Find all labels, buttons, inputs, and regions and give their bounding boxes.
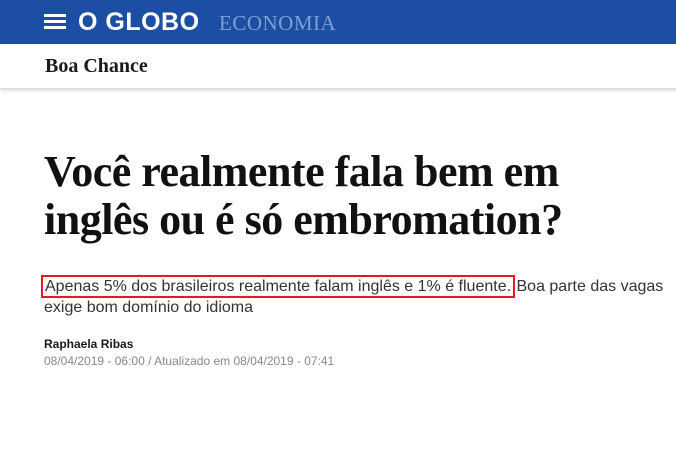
site-logo[interactable]: O GLOBO xyxy=(78,7,200,37)
article-subtitle: Apenas 5% dos brasileiros realmente fala… xyxy=(40,275,664,318)
section-link-economia[interactable]: ECONOMIA xyxy=(219,10,336,36)
top-navigation-bar: O GLOBO ECONOMIA xyxy=(0,0,676,44)
hamburger-menu-icon[interactable] xyxy=(44,14,66,30)
column-title[interactable]: Boa Chance xyxy=(45,55,148,77)
column-bar: Boa Chance xyxy=(0,44,676,89)
publish-dates: 08/04/2019 - 06:00 / Atualizado em 08/04… xyxy=(44,354,335,368)
article-headline: Você realmente fala bem em inglês ou é s… xyxy=(44,147,563,244)
author-name[interactable]: Raphaela Ribas xyxy=(44,337,133,351)
subtitle-highlighted-sentence: Apenas 5% dos brasileiros realmente fala… xyxy=(40,275,516,298)
